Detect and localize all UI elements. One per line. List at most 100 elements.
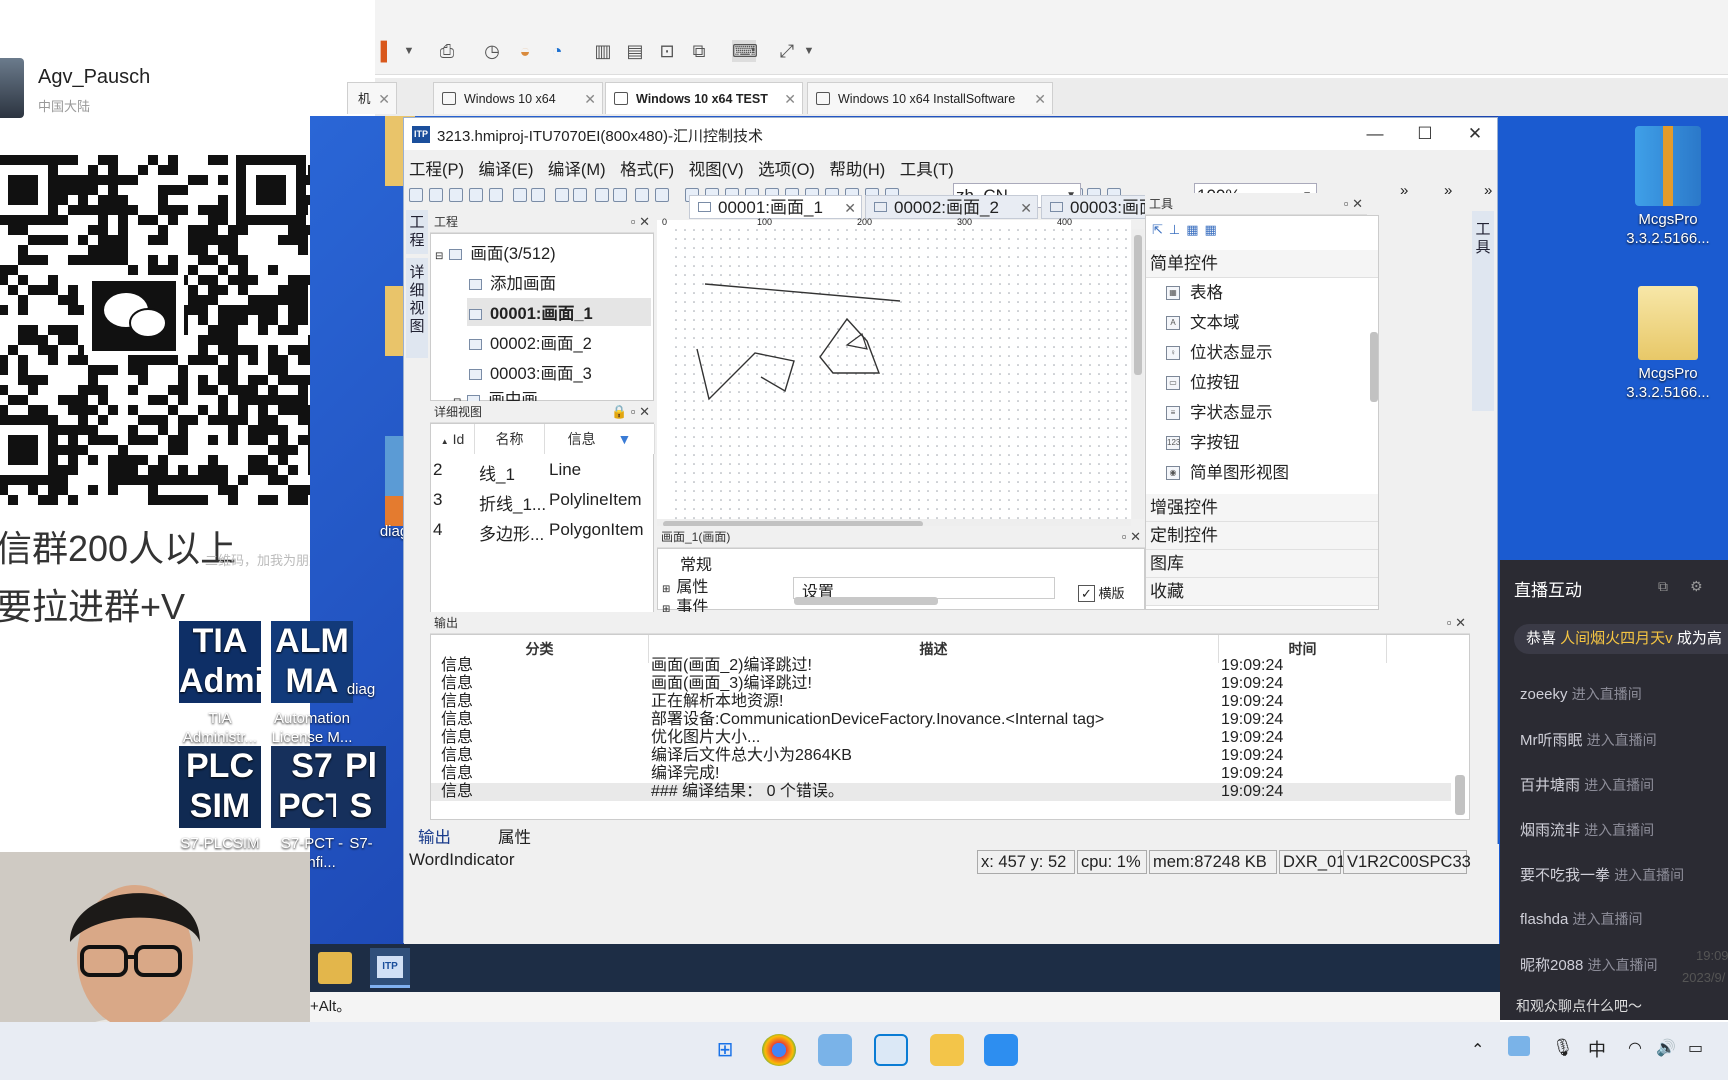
pause-icon[interactable]: ▌ (375, 40, 399, 62)
volume-icon[interactable]: 🔊 (1656, 1038, 1676, 1058)
toolbar-icon[interactable] (555, 188, 569, 202)
col-header-info[interactable]: 信息 ▼ (545, 424, 655, 454)
tools-section-gallery[interactable]: 图库 (1146, 550, 1378, 578)
props-scrollbar[interactable] (794, 597, 938, 605)
desktop-icon-mcgspro-folder[interactable]: McgsPro 3.3.2.5166... (1608, 286, 1728, 402)
output-row[interactable]: 信息 优化图片大小... 19:09:24 (431, 729, 1451, 747)
library-view-icon[interactable]: ▥ (591, 40, 615, 62)
tool-word-button[interactable]: 123 字按钮 (1146, 428, 1376, 458)
unity-icon[interactable]: ⧉ (687, 40, 711, 62)
toolbar-icon[interactable] (489, 188, 503, 202)
send-keys-icon[interactable]: ⎙ (435, 40, 459, 62)
tools-scrollbar[interactable] (1370, 332, 1378, 402)
menu-options[interactable]: 选项(O) (758, 161, 815, 179)
fullscreen-icon[interactable]: ⤢ (775, 40, 799, 62)
vm-tab-win10[interactable]: Windows 10 x64 ✕ (433, 82, 603, 114)
popout-icon[interactable]: ⧉ (1658, 578, 1668, 595)
props-checkbox[interactable]: ✓ 横版 (1078, 583, 1125, 602)
desktop-icon-plcsim[interactable]: PLC SIM S7-PLCSIM (170, 746, 270, 853)
tray-chevron-icon[interactable]: ⌃ (1471, 1040, 1484, 1060)
snapshot-icon[interactable]: ◷ (480, 40, 504, 62)
output-row[interactable]: 信息 正在解析本地资源! 19:09:24 (431, 693, 1451, 711)
menu-compile[interactable]: 编译(M) (548, 161, 606, 179)
menu-format[interactable]: 格式(F) (620, 161, 674, 179)
vm-tab-win10-installsoftware[interactable]: Windows 10 x64 InstallSoftware ✕ (807, 82, 1053, 114)
file-explorer-icon[interactable] (318, 952, 352, 984)
toolbar-overflow-icon[interactable]: » (1444, 182, 1452, 199)
canvas-tab-screen-2[interactable]: 00002:画面_2 ✕ (865, 195, 1038, 219)
tool-word-status[interactable]: ≡ 字状态显示 (1146, 398, 1376, 428)
close-button[interactable]: ✕ (1449, 118, 1501, 150)
battery-icon[interactable]: ▭ (1688, 1038, 1703, 1058)
tools-section-favorites[interactable]: 收藏 (1146, 578, 1378, 606)
col-header-name[interactable]: 名称 (475, 424, 545, 454)
itp-taskbar-item[interactable]: ITP (370, 948, 410, 988)
maximize-button[interactable]: ☐ (1399, 118, 1451, 150)
panel-pin-close-icon[interactable]: ▫ ✕ (1122, 526, 1141, 548)
output-row[interactable]: 信息 ### 编译结果： 0 个错误。 19:09:24 (431, 783, 1451, 801)
close-icon[interactable]: ✕ (584, 83, 596, 115)
tool-simple-graphic-view[interactable]: ◉ 简单图形视图 (1146, 458, 1376, 488)
tools-section-enhanced[interactable]: 增强控件 (1146, 494, 1378, 522)
panel-pin-close-icon[interactable]: ▫ ✕ (1447, 612, 1466, 634)
notepad-icon[interactable] (984, 1034, 1018, 1066)
tree-node-screen-1[interactable]: 00001:画面_1 (467, 298, 651, 326)
fit-window-icon[interactable]: ⊡ (655, 40, 679, 62)
design-canvas[interactable] (657, 229, 1131, 519)
output-row[interactable]: 信息 画面(画面_3)编译跳过! 19:09:24 (431, 675, 1451, 693)
output-row[interactable]: 信息 部署设备:CommunicationDeviceFactory.Inovan… (431, 711, 1451, 729)
canvas-vertical-scrollbar[interactable] (1132, 229, 1144, 519)
output-scrollbar[interactable] (1455, 775, 1465, 815)
toolbar-icon[interactable] (449, 188, 463, 202)
vm-tab-win10-test[interactable]: Windows 10 x64 TEST ✕ (605, 82, 803, 114)
col-header-id[interactable]: ▲ Id (431, 424, 475, 454)
close-icon[interactable]: ✕ (378, 83, 390, 115)
windows-start-icon[interactable]: ⊞ (708, 1034, 742, 1066)
tree-node-screen-3[interactable]: 00003:画面_3 (469, 360, 592, 384)
toolbar-icon[interactable] (655, 188, 669, 202)
desktop-icon-s7[interactable]: Pl S S7- (336, 746, 386, 853)
close-icon[interactable]: ✕ (1020, 196, 1032, 220)
menu-help[interactable]: 帮助(H) (829, 161, 885, 179)
tree-node-add-screen[interactable]: 添加画面 (469, 270, 556, 294)
menu-view[interactable]: 视图(V) (689, 161, 744, 179)
toolbar-icon[interactable] (513, 188, 527, 202)
close-icon[interactable]: ✕ (1034, 83, 1046, 115)
toolbar-icon[interactable] (429, 188, 443, 202)
props-category-general[interactable]: 常规 (680, 551, 712, 575)
output-row[interactable]: 信息 编译完成! 19:09:24 (431, 765, 1451, 783)
tool-bit-button[interactable]: ▭ 位按钮 (1146, 368, 1376, 398)
toolbar-icon[interactable] (595, 188, 609, 202)
fullscreen-dropdown-icon[interactable]: ▼ (797, 40, 821, 62)
close-icon[interactable]: ✕ (844, 196, 856, 220)
filter-icon[interactable]: ▼ (618, 431, 632, 447)
snapshot-manager-icon[interactable]: ◔ (545, 40, 569, 62)
tree-node-screens[interactable]: ⊟ 画面(3/512) (435, 240, 556, 264)
dropdown-icon[interactable]: ▼ (397, 40, 421, 62)
collapse-icon[interactable]: ⊟ (435, 251, 443, 262)
menu-tools[interactable]: 工具(T) (900, 161, 954, 179)
thumbnail-view-icon[interactable]: ▤ (623, 40, 647, 62)
tools-view-icons[interactable]: ⇱⊥▦▦ (1152, 222, 1252, 246)
tool-bit-status[interactable]: ♀ 位状态显示 (1146, 338, 1376, 368)
toolbar-overflow-icon[interactable]: » (1400, 182, 1408, 199)
tool-text-field[interactable]: A 文本域 (1146, 308, 1376, 338)
toolbar-icon[interactable] (573, 188, 587, 202)
menu-edit[interactable]: 编译(E) (478, 161, 533, 179)
toolbar-icon[interactable] (635, 188, 649, 202)
canvas-tab-screen-1[interactable]: 00001:画面_1 ✕ (689, 195, 862, 219)
output-row[interactable]: 信息 画面(画面_2)编译跳过! 19:09:24 (431, 657, 1451, 675)
chat-input-prompt[interactable]: 和观众聊点什么吧～ (1516, 996, 1642, 1016)
toolbar-icon[interactable] (613, 188, 627, 202)
toolbar-icon[interactable] (531, 188, 545, 202)
tree-node-screen-2[interactable]: 00002:画面_2 (469, 330, 592, 354)
toolbar-icon[interactable] (409, 188, 423, 202)
close-icon[interactable]: ✕ (784, 83, 796, 115)
panel-pin-close-icon[interactable]: ▫ ✕ (1344, 193, 1363, 215)
desktop-icon-mcgspro-zip[interactable]: McgsPro 3.3.2.5166... (1608, 126, 1728, 248)
desktop-icon-diag-2[interactable]: diag (336, 680, 386, 699)
settings-icon[interactable]: ⚙ (1690, 578, 1703, 595)
vmware-app-icon[interactable] (874, 1034, 908, 1066)
ime-indicator[interactable]: 中 (1588, 1036, 1606, 1062)
vtab-tools[interactable]: 工具 (1472, 211, 1494, 411)
